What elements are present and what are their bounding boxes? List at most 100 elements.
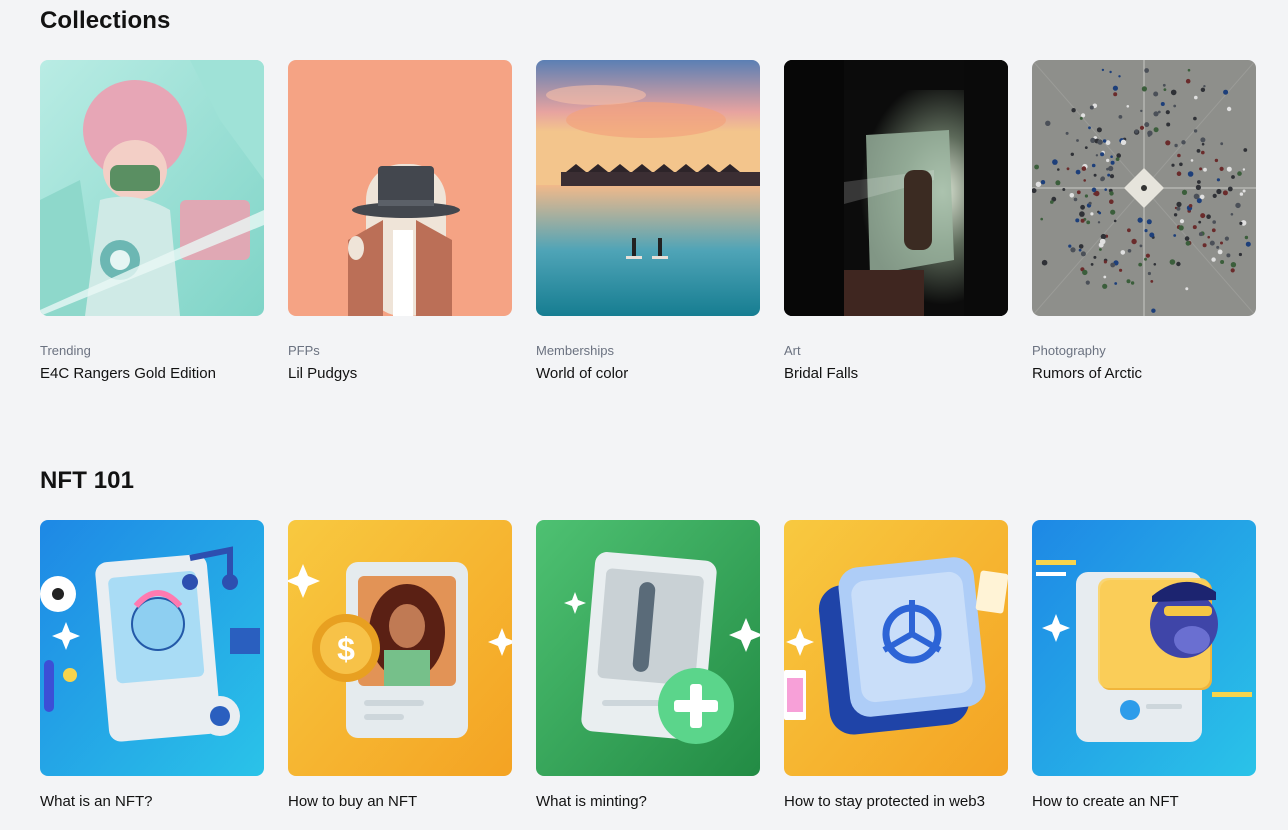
collection-name[interactable]: Bridal Falls (784, 364, 1008, 384)
crowd-person (1105, 140, 1111, 146)
collection-name[interactable]: E4C Rangers Gold Edition (40, 364, 264, 384)
collection-category: Memberships (536, 343, 615, 358)
crowd-person (1113, 219, 1117, 223)
crowd-person (1082, 269, 1088, 276)
collection-name[interactable]: World of color (536, 364, 760, 384)
crowd-person (1103, 260, 1107, 264)
crowd-person (1238, 252, 1242, 257)
crowd-person (1226, 106, 1232, 112)
crowd-person (1138, 262, 1143, 267)
collection-image-anime-ranger[interactable] (40, 60, 264, 316)
crowd-person (1216, 188, 1222, 195)
collection-image-sunset-lagoon[interactable] (536, 60, 760, 316)
crowd-person (1193, 129, 1198, 133)
crowd-person (1242, 168, 1246, 171)
nft101-title-label[interactable]: What is minting? (536, 792, 760, 812)
crowd-person (1230, 213, 1234, 216)
crowd-person (1176, 206, 1181, 211)
crowd-person (1198, 232, 1203, 237)
nft101-card[interactable]: How to create an NFT (1032, 520, 1256, 812)
crowd-person (1139, 125, 1145, 130)
crowd-person (1052, 159, 1058, 165)
crowd-person (1187, 171, 1194, 177)
crowd-person (1239, 221, 1243, 225)
crowd-person (1084, 146, 1088, 149)
crowd-person (1217, 249, 1223, 255)
crowd-person (1226, 253, 1231, 258)
crowd-person (1185, 240, 1191, 246)
nft101-title-label[interactable]: What is an NFT? (40, 792, 264, 812)
nft101-image-safe-vault[interactable] (784, 520, 1008, 776)
nft101-title-label[interactable]: How to buy an NFT (288, 792, 512, 812)
collection-image-dark-window[interactable] (784, 60, 1008, 316)
crowd-person (1110, 209, 1116, 215)
crowd-person (1088, 201, 1092, 205)
nft101-card[interactable]: $ How to buy an NFT (288, 520, 512, 812)
crowd-person (1065, 131, 1069, 135)
crowd-person (1090, 263, 1094, 266)
crowd-person (1109, 174, 1115, 179)
crowd-person (1095, 154, 1099, 157)
crowd-person (1212, 193, 1217, 198)
nft101-image-buy-nft[interactable]: $ (288, 520, 512, 776)
crowd-person (1190, 159, 1194, 162)
crowd-person (1145, 253, 1150, 258)
nft101-image-create-nft[interactable] (1032, 520, 1256, 776)
crowd-person (1194, 95, 1198, 100)
crowd-person (1178, 225, 1184, 231)
crowd-person (1102, 283, 1108, 289)
crowd-person (1216, 245, 1220, 249)
crowd-person (1170, 89, 1177, 96)
crowd-person (1093, 173, 1097, 177)
crowd-person (1118, 115, 1123, 119)
crowd-person (1149, 232, 1155, 238)
crowd-person (1045, 120, 1051, 126)
nft101-card[interactable]: How to stay protected in web3 (784, 520, 1008, 812)
crowd-person (1198, 220, 1202, 224)
nft101-image-minting[interactable] (536, 520, 760, 776)
crowd-person (1171, 163, 1175, 167)
crowd-person (1239, 192, 1244, 196)
crowd-person (1106, 158, 1110, 163)
nft101-image-what-is-nft[interactable] (40, 520, 264, 776)
collection-card[interactable]: Art Bridal Falls (784, 60, 1008, 384)
crowd-person (1109, 70, 1112, 74)
crowd-person (1185, 78, 1191, 84)
crowd-person (1226, 166, 1232, 172)
nft101-card[interactable]: What is minting? (536, 520, 760, 812)
nft101-title-label[interactable]: How to create an NFT (1032, 792, 1256, 812)
crowd-person (1103, 275, 1107, 279)
crowd-person (1144, 257, 1147, 261)
crowd-person (1181, 189, 1188, 195)
crowd-person (1211, 228, 1216, 233)
crowd-person (1080, 251, 1086, 257)
crowd-person (1088, 126, 1091, 130)
collection-image-penguin[interactable] (288, 60, 512, 316)
crowd-person (1173, 213, 1178, 217)
crowd-person (1057, 168, 1060, 171)
crowd-person (1079, 116, 1083, 120)
crowd-person (1165, 110, 1170, 115)
collection-card[interactable]: Trending E4C Rangers Gold Edition (40, 60, 264, 384)
collection-name[interactable]: Lil Pudgys (288, 364, 512, 384)
crowd-person (1070, 152, 1074, 156)
crowd-person (1109, 191, 1114, 196)
collection-image-aerial-crowd[interactable] (1032, 60, 1256, 316)
collection-card[interactable]: Photography Rumors of Arctic (1032, 60, 1256, 384)
collection-card[interactable]: Memberships World of color (536, 60, 760, 384)
crowd-person (1192, 225, 1197, 230)
crowd-person (1153, 263, 1157, 266)
collection-card[interactable]: PFPs Lil Pudgys (288, 60, 512, 384)
crowd-person (1130, 281, 1135, 285)
svg-text:$: $ (337, 631, 355, 667)
crowd-person (1116, 153, 1121, 158)
crowd-person (1081, 166, 1087, 171)
crowd-person (1245, 241, 1251, 247)
crowd-person (1174, 143, 1178, 148)
nft101-card[interactable]: What is an NFT? (40, 520, 264, 812)
crowd-person (1076, 190, 1081, 195)
crowd-person (1193, 116, 1197, 121)
crowd-person (1100, 233, 1107, 240)
collection-name[interactable]: Rumors of Arctic (1032, 364, 1256, 384)
nft101-title-label[interactable]: How to stay protected in web3 (784, 792, 1008, 812)
